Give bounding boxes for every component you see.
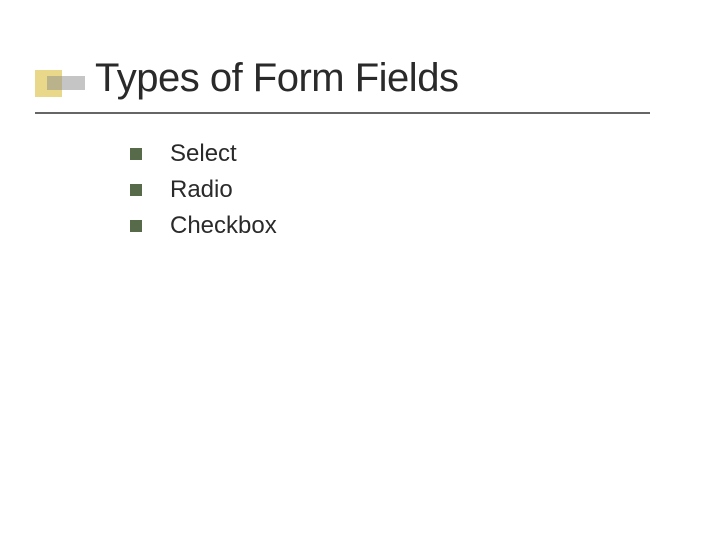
title-area: Types of Form Fields bbox=[35, 56, 650, 116]
bullet-label: Select bbox=[170, 140, 237, 168]
bullet-icon bbox=[130, 184, 142, 196]
bullet-icon bbox=[130, 148, 142, 160]
slide: Types of Form Fields Select Radio Checkb… bbox=[0, 0, 720, 540]
bullet-list: Select Radio Checkbox bbox=[130, 140, 277, 248]
list-item: Checkbox bbox=[130, 212, 277, 240]
title-underline bbox=[35, 112, 650, 114]
bullet-icon bbox=[130, 220, 142, 232]
bullet-label: Checkbox bbox=[170, 212, 277, 240]
accent-bar-icon bbox=[47, 76, 85, 90]
list-item: Radio bbox=[130, 176, 277, 204]
list-item: Select bbox=[130, 140, 277, 168]
bullet-label: Radio bbox=[170, 176, 233, 204]
slide-title: Types of Form Fields bbox=[95, 56, 458, 101]
